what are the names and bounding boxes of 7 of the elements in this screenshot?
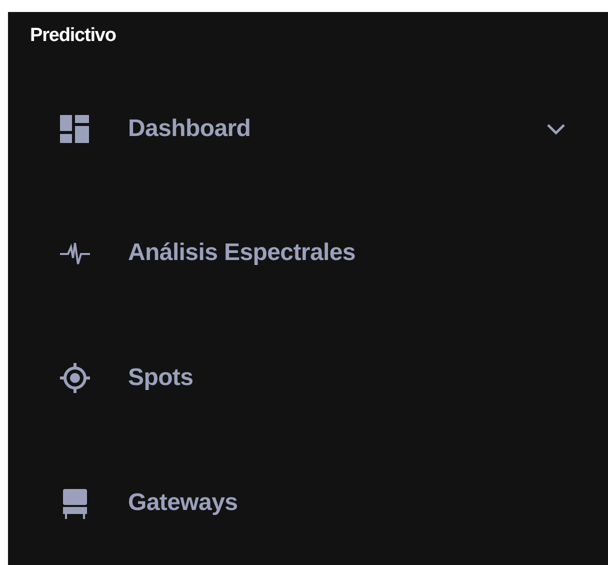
nav-item[interactable]: Gateways (128, 488, 566, 517)
nav-item[interactable]: Spots (128, 364, 566, 392)
nav-item[interactable]: Análisis Espectrales (128, 239, 566, 268)
chevron-icon[interactable] (546, 122, 566, 135)
target-icon (58, 360, 92, 395)
nav-item[interactable]: Dashboard (128, 114, 546, 143)
sidebar-title: Predictivo (29, 24, 117, 48)
